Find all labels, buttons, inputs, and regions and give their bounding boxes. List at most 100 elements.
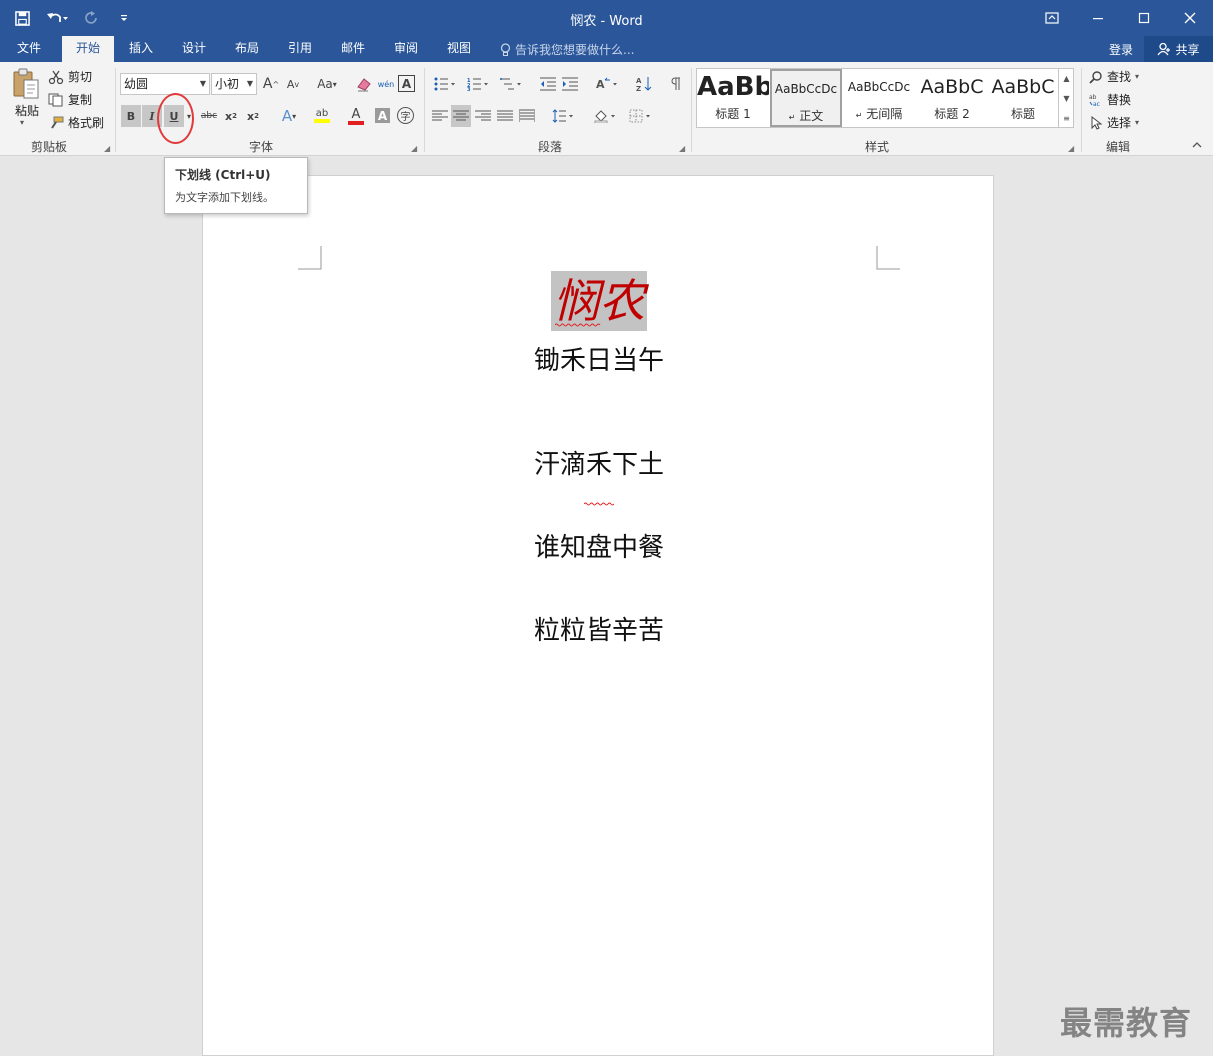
document-heading[interactable]: 悯农 [551, 271, 647, 331]
style-normal[interactable]: AaBbCcDc ↵ 正文 [770, 69, 842, 127]
multilevel-list-button[interactable] [496, 73, 526, 95]
share-button[interactable]: 共享 [1144, 36, 1213, 62]
poem-line[interactable]: 汗滴禾下土 [203, 444, 995, 481]
subscript-button[interactable]: x2 [221, 105, 241, 127]
document-heading-line[interactable]: 悯农 [203, 271, 995, 331]
format-painter-label: 格式刷 [68, 116, 105, 130]
bullets-button[interactable] [430, 73, 460, 95]
style-name: ↵ 无间隔 [855, 107, 903, 121]
grow-font-button[interactable]: A ^ [261, 73, 281, 95]
borders-button[interactable] [625, 105, 655, 127]
poem-line[interactable]: 粒粒皆辛苦 [203, 610, 995, 647]
text-effects-button[interactable]: A ▾ [274, 105, 304, 127]
phonetic-guide-button[interactable]: wén [376, 73, 396, 95]
paragraph-group-label: 段落 [537, 140, 562, 154]
customize-qat-button[interactable] [110, 6, 138, 30]
tab-layout[interactable]: 布局 [226, 36, 268, 62]
font-size-value: 小初 [215, 77, 240, 91]
replace-button[interactable]: ab ac 替换 [1089, 91, 1131, 108]
tab-references[interactable]: 引用 [279, 36, 321, 62]
styles-launcher-icon[interactable]: ◢ [1068, 144, 1074, 153]
poem-line[interactable]: 锄禾日当午 [203, 340, 995, 377]
redo-button[interactable] [78, 6, 106, 30]
clear-formatting-button[interactable] [354, 73, 374, 95]
cut-button[interactable]: 剪切 [48, 68, 92, 85]
justify-button[interactable] [495, 105, 515, 127]
gallery-more-icon[interactable]: ≡ [1063, 114, 1070, 123]
login-button[interactable]: 登录 [1109, 41, 1133, 58]
align-left-button[interactable] [430, 105, 450, 127]
font-size-combo[interactable]: 小初 ▼ [211, 73, 257, 95]
highlighter-icon: ab [315, 108, 329, 119]
chevron-down-icon[interactable]: ▼ [1063, 94, 1069, 103]
close-button[interactable] [1167, 0, 1213, 36]
distributed-button[interactable] [517, 105, 537, 127]
tab-insert[interactable]: 插入 [120, 36, 162, 62]
paste-label[interactable]: 粘贴 [12, 102, 42, 119]
format-painter-button[interactable]: 格式刷 [48, 114, 104, 131]
paste-button[interactable] [12, 68, 40, 100]
chevron-up-icon[interactable]: ▲ [1063, 74, 1069, 83]
decrease-indent-button[interactable] [538, 73, 558, 95]
tooltip-description: 为文字添加下划线。 [175, 191, 274, 204]
strikethrough-button[interactable]: abc [199, 105, 219, 127]
underline-tooltip: 下划线 (Ctrl+U) 为文字添加下划线。 [164, 157, 308, 214]
select-button[interactable]: 选择 ▾ [1089, 114, 1139, 131]
change-case-button[interactable]: Aa ▾ [312, 73, 342, 95]
style-title[interactable]: AaBbC 标题 [987, 69, 1059, 127]
character-border-icon: A [401, 76, 412, 91]
style-heading-1[interactable]: AaBb 标题 1 [697, 69, 769, 127]
styles-gallery: AaBb 标题 1 AaBbCcDc ↵ 正文 AaBbCcDc ↵ 无间隔 A… [696, 68, 1074, 128]
line-spacing-button[interactable] [548, 105, 578, 127]
poem-line[interactable]: 谁知盘中餐 [203, 527, 995, 564]
font-name-combo[interactable]: 幼圆 ▼ [120, 73, 210, 95]
tab-design[interactable]: 设计 [173, 36, 215, 62]
font-color-button[interactable]: A [341, 105, 371, 127]
undo-button[interactable] [40, 6, 74, 30]
enclose-characters-button[interactable]: 字 [397, 107, 414, 124]
tell-me-box[interactable]: 告诉我您想要做什么... [500, 41, 634, 58]
character-shading-button[interactable]: A [375, 108, 390, 123]
tab-home[interactable]: 开始 [62, 36, 114, 62]
maximize-button[interactable] [1121, 0, 1167, 36]
find-button[interactable]: 查找 ▾ [1089, 68, 1139, 85]
justify-icon [497, 110, 513, 121]
collapse-ribbon-button[interactable] [1192, 140, 1202, 148]
tab-review[interactable]: 审阅 [385, 36, 427, 62]
sort-button[interactable]: AZ [634, 73, 654, 95]
bold-button[interactable]: B [121, 105, 141, 127]
clipboard-launcher-icon[interactable]: ◢ [104, 144, 110, 153]
character-border-button[interactable]: A [398, 75, 415, 92]
person-icon [1157, 42, 1171, 56]
tab-file[interactable]: 文件 [6, 36, 52, 62]
superscript-icon: x [247, 109, 255, 123]
share-label: 共享 [1175, 42, 1200, 57]
paragraph-launcher-icon[interactable]: ◢ [679, 144, 685, 153]
asian-layout-button[interactable]: A [592, 73, 622, 95]
tab-mailings[interactable]: 邮件 [332, 36, 374, 62]
ribbon-options-icon [1045, 12, 1059, 24]
paste-dropdown-icon[interactable]: ▾ [20, 118, 24, 127]
minimize-button[interactable] [1075, 0, 1121, 36]
svg-text:ab: ab [1089, 94, 1097, 101]
align-right-button[interactable] [473, 105, 493, 127]
paragraph-shading-button[interactable] [590, 105, 620, 127]
shrink-font-button[interactable]: Av [283, 73, 303, 95]
show-formatting-marks-button[interactable] [666, 73, 686, 95]
grow-font-icon: A [262, 76, 273, 92]
font-launcher-icon[interactable]: ◢ [411, 144, 417, 153]
tab-view[interactable]: 视图 [438, 36, 480, 62]
save-button[interactable] [8, 6, 36, 30]
superscript-button[interactable]: x2 [243, 105, 263, 127]
style-heading-2[interactable]: AaBbC 标题 2 [916, 69, 988, 127]
style-name: 标题 2 [934, 107, 970, 121]
copy-button[interactable]: 复制 [48, 91, 92, 108]
align-center-button[interactable] [451, 105, 471, 127]
ribbon-display-options-button[interactable] [1029, 0, 1075, 36]
lightbulb-icon [500, 42, 511, 56]
increase-indent-button[interactable] [560, 73, 580, 95]
document-page[interactable]: 悯农 锄禾日当午 汗滴禾下土 谁知盘中餐 粒粒皆辛苦 [202, 175, 994, 1056]
numbering-button[interactable]: 123 [463, 73, 493, 95]
style-no-spacing[interactable]: AaBbCcDc ↵ 无间隔 [843, 69, 915, 127]
highlight-button[interactable]: ab [306, 105, 338, 127]
